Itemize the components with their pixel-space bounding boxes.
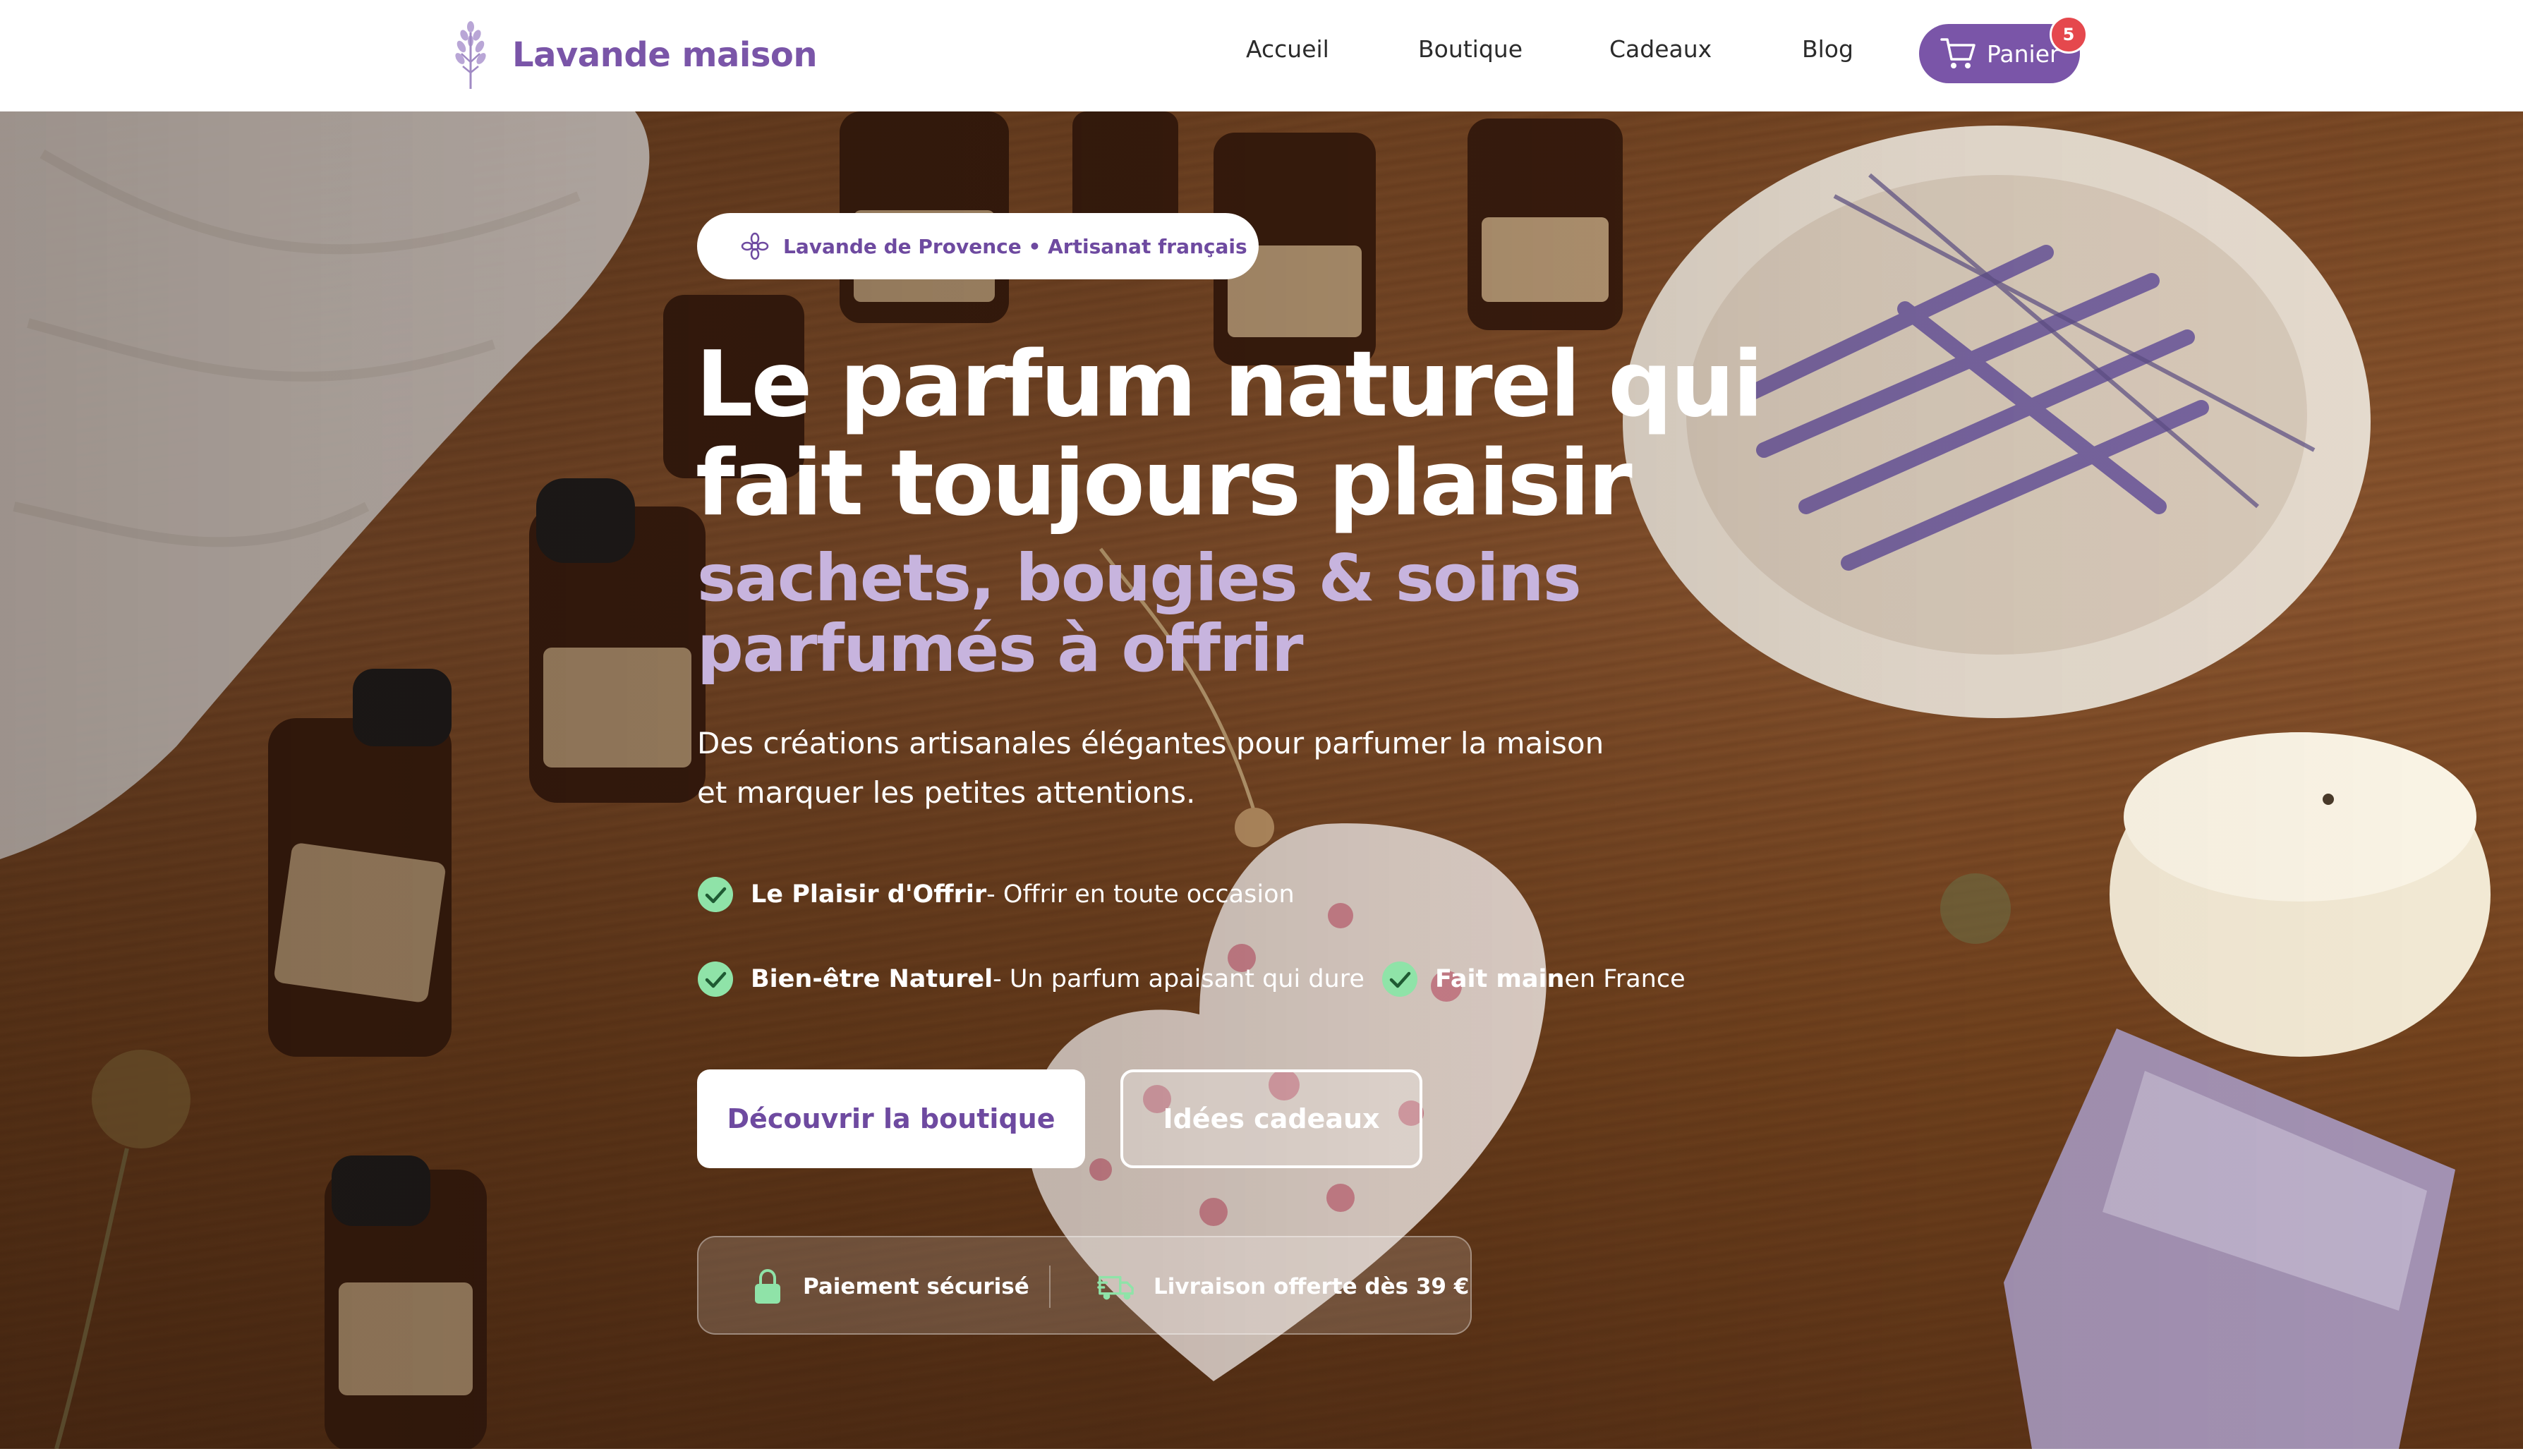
origin-badge: Lavande de Provence • Artisanat français — [697, 213, 1259, 279]
hero-section: Lavande de Provence • Artisanat français… — [0, 111, 2523, 1449]
discover-shop-button[interactable]: Découvrir la boutique — [697, 1069, 1085, 1168]
hero-subtitle-line-1: sachets, bougies & soins — [697, 540, 1582, 616]
check-circle-icon — [1382, 961, 1417, 997]
lavender-sprig-icon — [455, 21, 486, 89]
trust-secure-payment: Paiement sécurisé — [751, 1268, 1029, 1305]
flower-icon — [741, 232, 769, 260]
feature-plaisir-offrir: Le Plaisir d'Offrir - Offrir en toute oc… — [697, 876, 1295, 913]
feature-fait-main: Fait main en France — [1381, 961, 1686, 997]
cart-count-badge: 5 — [2050, 16, 2088, 54]
nav-accueil[interactable]: Accueil — [1246, 35, 1329, 63]
trust-free-delivery: Livraison offerte dès 39 € — [1097, 1268, 1469, 1305]
cart-label: Panier — [1987, 40, 2059, 68]
feature-title: Le Plaisir d'Offrir — [751, 880, 987, 909]
page-bottom-edge — [0, 1449, 2523, 1456]
feature-bien-etre: Bien-être Naturel - Un parfum apaisant q… — [697, 961, 1365, 997]
cart-icon — [1940, 38, 1976, 68]
hero-subtitle-line-2: parfumés à offrir — [697, 611, 1304, 686]
lock-icon — [755, 1268, 780, 1304]
hero-description-line-2: et marquer les petites attentions. — [697, 775, 1196, 810]
trust-free-delivery-text: Livraison offerte dès 39 € — [1154, 1274, 1470, 1299]
trust-divider — [1049, 1266, 1051, 1308]
origin-badge-text: Lavande de Provence • Artisanat français — [783, 234, 1247, 258]
delivery-truck-icon — [1097, 1275, 1134, 1300]
nav-blog[interactable]: Blog — [1802, 35, 1853, 63]
check-circle-icon — [698, 961, 733, 997]
gift-ideas-button[interactable]: Idées cadeaux — [1120, 1069, 1422, 1168]
nav-boutique[interactable]: Boutique — [1418, 35, 1523, 63]
hero-title-line-1: Le parfum naturel qui — [696, 332, 1764, 437]
site-header: Lavande maison Accueil Boutique Cadeaux … — [0, 0, 2523, 111]
brand-name: Lavande maison — [512, 35, 818, 75]
trust-secure-payment-text: Paiement sécurisé — [803, 1274, 1029, 1299]
check-circle-icon — [698, 877, 733, 912]
feature-title: Fait main — [1435, 965, 1565, 993]
feature-text: - Offrir en toute occasion — [986, 880, 1295, 909]
trust-bar: Paiement sécurisé Livraison offerte dès … — [697, 1236, 1472, 1335]
feature-text: en France — [1564, 965, 1686, 993]
feature-text: - Un parfum apaisant qui dure — [993, 965, 1365, 993]
brand-logo[interactable]: Lavande maison — [446, 20, 818, 90]
feature-title: Bien-être Naturel — [751, 965, 993, 993]
nav-cadeaux[interactable]: Cadeaux — [1609, 35, 1712, 63]
hero-title-line-2: fait toujours plaisir — [696, 431, 1633, 536]
hero-description-line-1: Des créations artisanales élégantes pour… — [697, 726, 1604, 760]
